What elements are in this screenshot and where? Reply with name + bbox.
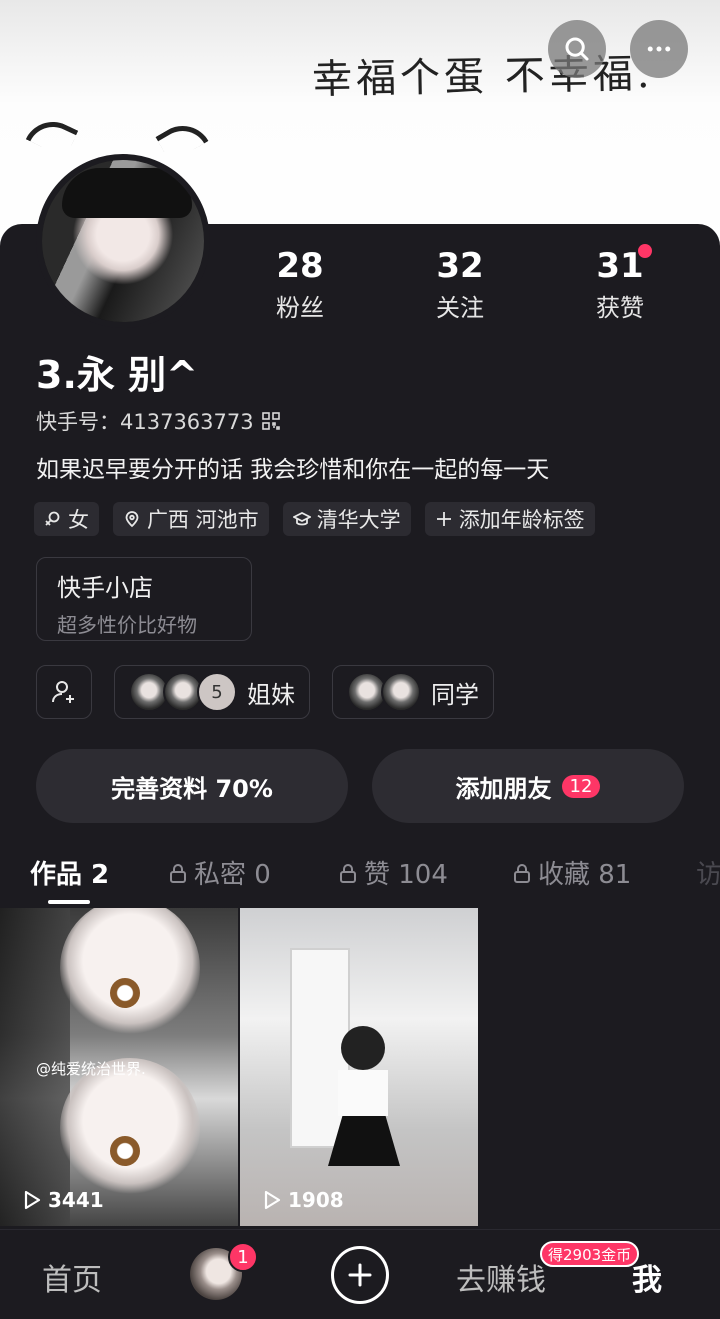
tab-works-label: 作品 2	[30, 860, 110, 890]
stat-following-value: 32	[436, 246, 484, 286]
nav-avatar-badge: 1	[228, 1242, 258, 1272]
shop-subtitle: 超多性价比好物	[57, 613, 197, 637]
tab-private[interactable]: 私密 0	[168, 854, 271, 891]
work-watermark: @纯爱统治世界.	[36, 1060, 146, 1078]
tab-liked-label: 赞 104	[364, 860, 448, 890]
stat-followers-value: 28	[276, 246, 324, 286]
stat-likes-label: 获赞	[596, 294, 644, 322]
cat-ear-left-decoration	[25, 112, 79, 158]
add-friend-button[interactable]	[36, 665, 92, 719]
nav-me[interactable]: 我	[632, 1255, 662, 1299]
more-icon	[647, 46, 671, 52]
tab-liked[interactable]: 赞 104	[338, 854, 448, 891]
tag-school[interactable]: 清华大学	[282, 502, 411, 536]
classmate-avatar	[381, 672, 421, 712]
add-friends-badge: 12	[561, 774, 601, 798]
works-grid: @纯爱统治世界. 3441 1908	[0, 908, 478, 1226]
user-id: 快手号：4137363773	[36, 410, 254, 434]
tag-location-label: 广西 河池市	[147, 508, 259, 532]
tab-private-label: 私密 0	[194, 860, 271, 890]
profile-stats: 28 粉丝 32 关注 31 获赞	[220, 244, 700, 323]
add-friends-label: 添加朋友	[455, 774, 552, 803]
bottom-navigation: 首页 1 去赚钱 得2903金币 我	[0, 1229, 720, 1319]
tag-gender[interactable]: 女	[34, 502, 99, 536]
stat-likes[interactable]: 31 获赞	[540, 244, 700, 323]
kuaishou-shop-card[interactable]: 快手小店 超多性价比好物	[36, 557, 252, 641]
add-friends-button[interactable]: 添加朋友 12	[372, 749, 684, 823]
tag-add-age[interactable]: 添加年龄标签	[424, 502, 595, 536]
tag-gender-label: 女	[68, 508, 89, 532]
lock-icon	[340, 863, 356, 883]
sisters-group-button[interactable]: 5 姐妹	[114, 665, 310, 719]
female-icon	[45, 511, 60, 526]
play-icon	[24, 1190, 41, 1210]
more-button[interactable]	[630, 20, 688, 78]
work-thumbnail[interactable]: 1908	[240, 908, 478, 1226]
complete-profile-label: 完善资料 70%	[111, 774, 273, 803]
user-id-row[interactable]: 快手号：4137363773	[36, 406, 280, 436]
coconut-sticker	[110, 1136, 140, 1166]
content-tabs: 作品 2 私密 0 赞 104 收藏 81 访	[0, 846, 720, 906]
profile-actions: 完善资料 70% 添加朋友 12	[36, 749, 684, 823]
search-button[interactable]	[548, 20, 606, 78]
cat-ear-right-decoration	[155, 115, 209, 163]
lock-icon	[170, 863, 186, 883]
tab-visitors-label: 访	[696, 860, 720, 890]
plus-icon	[436, 512, 451, 526]
tag-location[interactable]: 广西 河池市	[113, 502, 269, 536]
stat-following-label: 关注	[436, 294, 484, 322]
nav-earn[interactable]: 去赚钱	[456, 1255, 546, 1299]
location-icon	[125, 511, 139, 528]
sisters-label: 姐妹	[247, 680, 295, 709]
tag-add-age-label: 添加年龄标签	[458, 508, 585, 532]
tab-favorites-label: 收藏 81	[538, 860, 632, 890]
profile-avatar[interactable]	[36, 154, 210, 328]
work-play-count-value: 3441	[48, 1188, 104, 1212]
new-likes-dot	[638, 244, 652, 258]
stat-likes-value: 31	[596, 246, 644, 286]
active-tab-indicator	[48, 900, 90, 904]
nav-home[interactable]: 首页	[42, 1255, 102, 1299]
complete-profile-button[interactable]: 完善资料 70%	[36, 749, 348, 823]
plus-icon	[348, 1263, 372, 1287]
work-play-count: 1908	[262, 1188, 344, 1212]
classmates-label: 同学	[431, 680, 479, 709]
classmates-group-button[interactable]: 同学	[332, 665, 494, 719]
tab-favorites[interactable]: 收藏 81	[512, 854, 631, 891]
tab-works[interactable]: 作品 2	[30, 854, 109, 891]
play-icon	[264, 1190, 281, 1210]
tag-school-label: 清华大学	[316, 508, 401, 532]
profile-tags: 女 广西 河池市 清华大学 添加年龄标签	[34, 502, 595, 536]
coin-reward-badge: 得2903金币	[540, 1241, 640, 1267]
coconut-sticker	[110, 978, 140, 1008]
tab-visitors[interactable]: 访	[696, 854, 720, 891]
lock-icon	[514, 863, 530, 883]
add-user-icon	[52, 681, 74, 703]
sisters-count: 5	[197, 672, 237, 712]
work-thumbnail[interactable]: @纯爱统治世界. 3441	[0, 908, 238, 1226]
stat-followers[interactable]: 28 粉丝	[220, 246, 380, 323]
relations-row: 5 姐妹 同学	[36, 665, 494, 719]
work-play-count-value: 1908	[288, 1188, 344, 1212]
username: 3.永 别^	[36, 353, 198, 397]
stat-following[interactable]: 32 关注	[380, 246, 540, 323]
work-play-count: 3441	[22, 1188, 104, 1212]
stat-followers-label: 粉丝	[276, 294, 324, 322]
search-icon	[565, 37, 589, 61]
qr-code-icon	[261, 412, 280, 430]
bio: 如果迟早要分开的话 我会珍惜和你在一起的每一天	[36, 457, 550, 483]
create-button[interactable]	[331, 1246, 389, 1304]
shop-title: 快手小店	[57, 574, 153, 602]
graduation-cap-icon	[292, 511, 311, 526]
